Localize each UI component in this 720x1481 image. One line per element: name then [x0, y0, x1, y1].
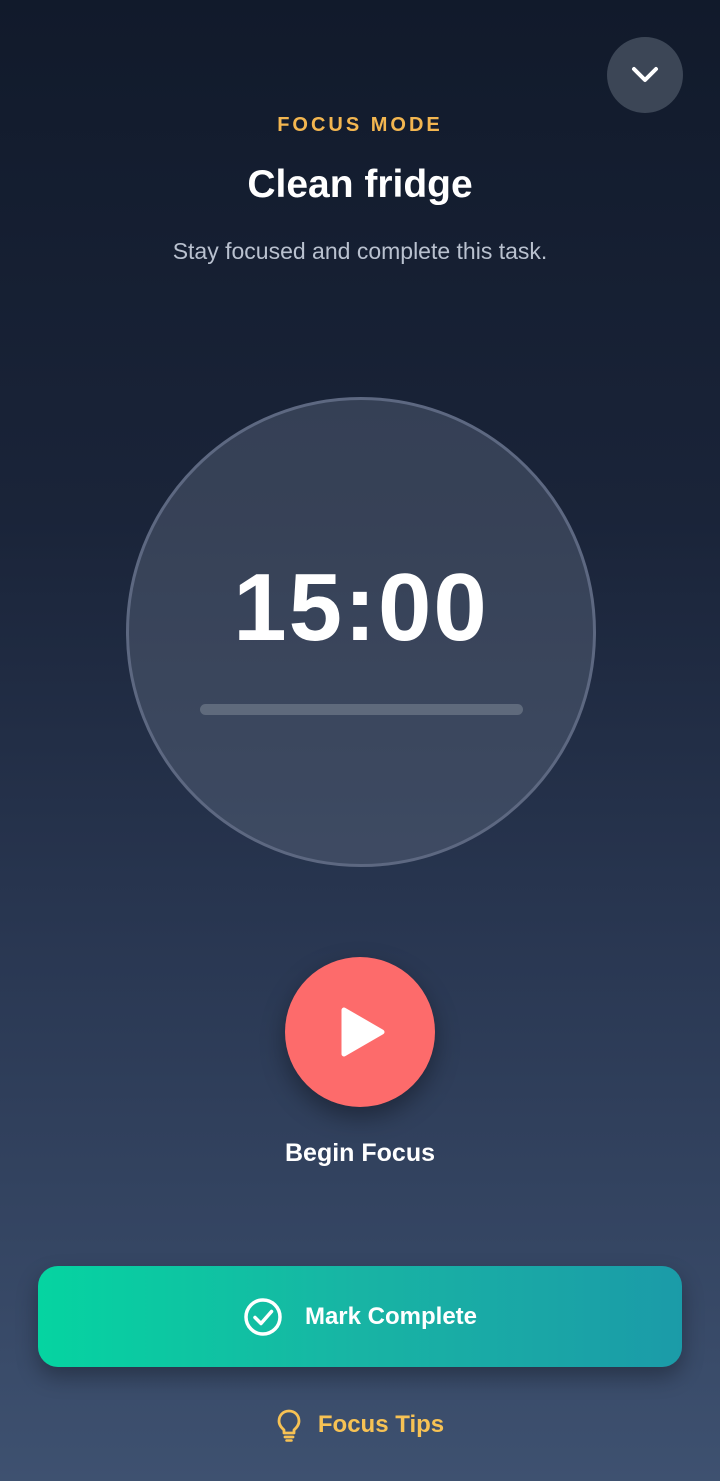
timer-value: 15:00	[233, 554, 489, 661]
timer-dial: 15:00	[126, 397, 596, 867]
focus-mode-label: FOCUS MODE	[277, 114, 443, 136]
mark-complete-button[interactable]: Mark Complete	[38, 1266, 682, 1367]
focus-tips-label: Focus Tips	[317, 1411, 445, 1438]
task-title: Clean fridge	[247, 163, 473, 206]
mark-complete-label: Mark Complete	[304, 1302, 478, 1330]
chevron-down-icon	[630, 65, 660, 85]
lightbulb-icon	[276, 1408, 302, 1442]
timer-progress-bar	[200, 704, 523, 715]
focus-tips-link[interactable]: Focus Tips	[0, 1405, 720, 1445]
task-subtitle: Stay focused and complete this task.	[172, 238, 548, 264]
begin-focus-label: Begin Focus	[284, 1139, 435, 1167]
play-icon	[332, 1004, 388, 1060]
check-circle-icon	[243, 1297, 283, 1337]
begin-focus-button[interactable]	[285, 957, 435, 1107]
collapse-button[interactable]	[607, 37, 683, 113]
